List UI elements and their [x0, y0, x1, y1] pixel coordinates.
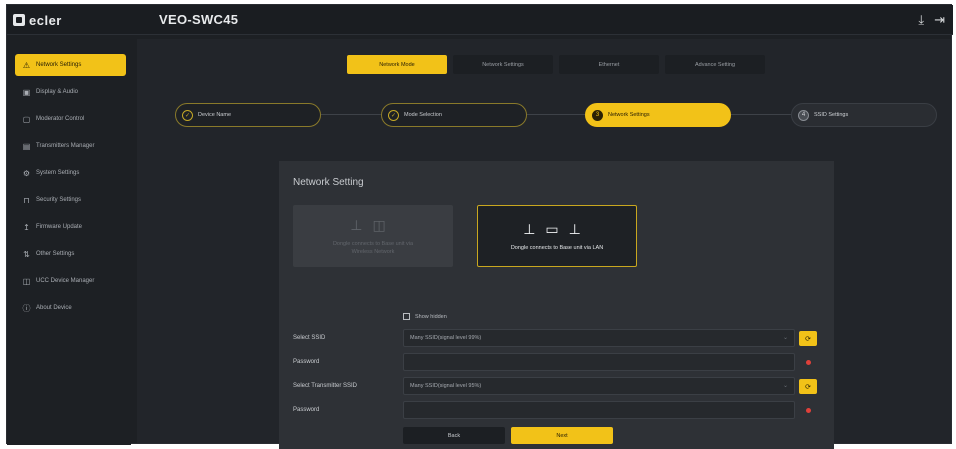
refresh-transmitter-ssid-button[interactable]: ⟳ [799, 379, 817, 394]
logo-text: ecler [29, 12, 62, 28]
tab-network-settings[interactable]: Network Settings [453, 55, 553, 74]
step-network-settings[interactable]: 3 Network Settings [585, 103, 731, 127]
logout-icon[interactable]: ⇥ [934, 12, 945, 28]
next-button[interactable]: Next [511, 427, 613, 444]
step-connector [527, 114, 585, 115]
tab-network-mode[interactable]: Network Mode [347, 55, 447, 74]
chevron-down-icon: ⌄ [782, 335, 788, 341]
sidebar-item-about-device[interactable]: ⓘ About Device [15, 297, 126, 319]
option-lan[interactable]: ⊥▭⊥ Dongle connects to Base unit via LAN [477, 205, 637, 267]
sidebar-item-label: About Device [36, 305, 72, 311]
display-icon: ▣ [22, 87, 31, 97]
refresh-icon: ⟳ [805, 335, 811, 343]
sidebar-item-label: Moderator Control [36, 116, 85, 122]
main-panel: Network Mode Network Settings Ethernet A… [137, 39, 951, 449]
update-icon: ↥ [23, 222, 30, 232]
required-dot [806, 408, 811, 413]
show-hidden-row[interactable]: Show hidden [403, 313, 447, 320]
step-label: Mode Selection [404, 112, 442, 118]
device-icon: ◫ [22, 276, 31, 286]
sidebar-item-network-settings[interactable]: ⚠ Network Settings [15, 54, 126, 76]
required-dot [806, 360, 811, 365]
sidebar: ⚠ Network Settings ▣ Display & Audio ▢ M… [7, 36, 131, 445]
logo-mark-icon [13, 14, 25, 26]
moderator-icon: ▢ [22, 114, 31, 124]
sidebar-item-display-audio[interactable]: ▣ Display & Audio [15, 81, 126, 103]
option-lan-text: Dongle connects to Base unit via LAN [510, 244, 604, 251]
tab-advance-setting[interactable]: Advance Setting [665, 55, 765, 74]
transmitter-ssid-select[interactable]: Many SSID(signal level 95%) ⌄ [403, 377, 795, 395]
gear-icon: ⚙ [22, 168, 31, 178]
refresh-icon: ⟳ [805, 383, 811, 391]
refresh-ssid-button[interactable]: ⟳ [799, 331, 817, 346]
chevron-down-icon: ⌄ [782, 383, 788, 389]
password2-label: Password [293, 407, 320, 413]
tab-bar: Network Mode Network Settings Ethernet A… [347, 55, 765, 74]
step-ssid-settings[interactable]: 4 SSID Settings [791, 103, 937, 127]
download-icon[interactable]: ⤓ [918, 12, 924, 28]
step-number: 4 [798, 109, 809, 121]
step-device-name[interactable]: ✓ Device Name [175, 103, 321, 127]
sidebar-item-label: Display & Audio [36, 89, 79, 95]
sidebar-item-security-settings[interactable]: ⊓ Security Settings [15, 189, 126, 211]
network-setting-card: Network Setting ⊥◫ Dongle connects to Ba… [279, 161, 834, 449]
sidebar-item-ucc-device-manager[interactable]: ◫ UCC Device Manager [15, 270, 126, 292]
card-title: Network Setting [293, 177, 364, 188]
step-connector [321, 114, 381, 115]
password2-input[interactable] [403, 401, 795, 419]
option-wireless-text: Dongle connects to Base unit via Wireles… [332, 240, 414, 255]
router-dongle-icon: ⊥◫ [350, 216, 396, 233]
sidebar-item-other-settings[interactable]: ⇅ Other Settings [15, 243, 126, 265]
step-mode-selection[interactable]: ✓ Mode Selection [381, 103, 527, 127]
ecler-logo: ecler [13, 11, 62, 29]
sidebar-item-system-settings[interactable]: ⚙ System Settings [15, 162, 126, 184]
wizard-steps: ✓ Device Name ✓ Mode Selection 3 Network… [175, 103, 937, 127]
step-label: SSID Settings [814, 112, 849, 118]
step-label: Device Name [198, 112, 232, 118]
sidebar-item-label: Other Settings [36, 251, 75, 257]
lock-icon: ⊓ [23, 195, 30, 205]
sidebar-item-label: UCC Device Manager [36, 278, 95, 284]
password-label: Password [293, 359, 320, 365]
back-button[interactable]: Back [403, 427, 505, 444]
sidebar-item-firmware-update[interactable]: ↥ Firmware Update [15, 216, 126, 238]
ssid-select[interactable]: Many SSID(signal level 99%) ⌄ [403, 329, 795, 347]
top-actions: ⤓ ⇥ [918, 12, 945, 28]
top-bar: ecler VEO-SWC45 ⤓ ⇥ [7, 5, 953, 35]
device-name-title: VEO-SWC45 [159, 12, 239, 27]
sidebar-item-label: Security Settings [36, 197, 82, 203]
check-icon: ✓ [388, 109, 399, 121]
app-window: ecler VEO-SWC45 ⤓ ⇥ ⚠ Network Settings ▣… [6, 4, 953, 449]
step-connector [731, 114, 791, 115]
sidebar-item-label: System Settings [36, 170, 80, 176]
step-label: Network Settings [608, 112, 650, 118]
transmitter-icon: ▤ [22, 141, 31, 151]
password-input[interactable] [403, 353, 795, 371]
checkbox-label: Show hidden [415, 313, 447, 320]
ssid-label: Select SSID [293, 335, 326, 341]
router-monitor-router-icon: ⊥▭⊥ [523, 220, 591, 237]
sliders-icon: ⇅ [23, 249, 30, 259]
transmitter-ssid-label: Select Transmitter SSID [293, 383, 358, 389]
tab-ethernet[interactable]: Ethernet [559, 55, 659, 74]
step-number: 3 [592, 109, 603, 121]
checkbox[interactable] [403, 313, 410, 320]
sidebar-item-label: Firmware Update [36, 224, 83, 230]
sidebar-item-label: Transmitters Manager [36, 143, 95, 149]
sidebar-item-moderator-control[interactable]: ▢ Moderator Control [15, 108, 126, 130]
sidebar-item-label: Network Settings [36, 62, 82, 68]
sidebar-item-transmitters-manager[interactable]: ▤ Transmitters Manager [15, 135, 126, 157]
transmitter-ssid-value: Many SSID(signal level 95%) [410, 383, 482, 389]
network-icon: ⚠ [22, 60, 31, 70]
info-icon: ⓘ [22, 303, 31, 313]
ssid-value: Many SSID(signal level 99%) [410, 335, 482, 341]
check-icon: ✓ [182, 109, 193, 121]
option-wireless[interactable]: ⊥◫ Dongle connects to Base unit via Wire… [293, 205, 453, 267]
